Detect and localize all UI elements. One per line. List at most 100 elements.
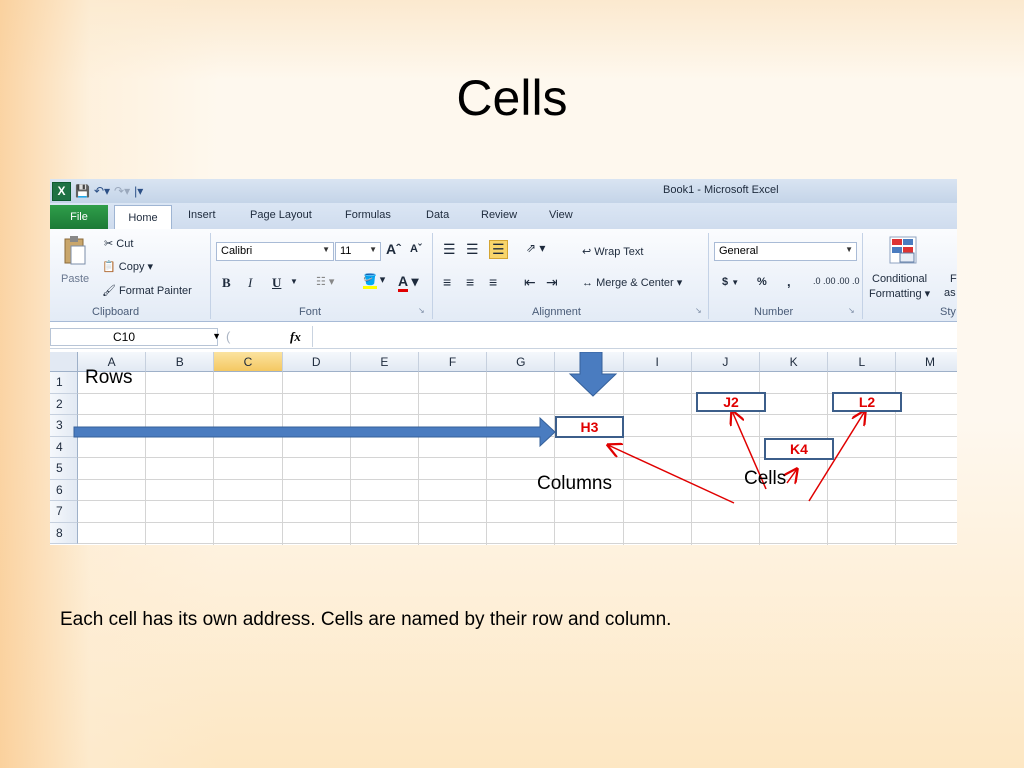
- font-name-value: Calibri: [221, 245, 253, 257]
- group-divider: [862, 233, 863, 319]
- copy-icon: 📋: [102, 261, 116, 273]
- wrap-text-button[interactable]: ↩ Wrap Text: [582, 245, 643, 258]
- align-top-icon[interactable]: ☰: [443, 241, 456, 258]
- font-group-label: Font: [299, 306, 322, 318]
- tab-view[interactable]: View: [549, 209, 573, 221]
- formula-input[interactable]: [312, 326, 957, 347]
- customize-qat-icon[interactable]: |▾: [134, 184, 143, 198]
- font-size-value: 11: [340, 245, 352, 257]
- annotation-columns: Columns: [537, 473, 612, 494]
- number-format-select[interactable]: General ▼: [714, 242, 857, 261]
- percent-button[interactable]: %: [757, 276, 767, 288]
- styles-group-label: Sty: [940, 306, 956, 318]
- format-painter-button[interactable]: 🖌 Format Painter: [102, 284, 192, 297]
- name-box[interactable]: C10 ▼: [50, 328, 221, 346]
- tab-data[interactable]: Data: [426, 209, 449, 221]
- number-dialog-launcher-icon[interactable]: ↘: [848, 306, 855, 315]
- fill-color-icon[interactable]: 🪣 ▾: [363, 273, 385, 289]
- group-divider: [432, 233, 433, 319]
- excel-screenshot: X 💾 ↶▾ ↷▾ |▾ Book1 - Microsoft Excel Fil…: [50, 179, 957, 545]
- quick-access-toolbar: X 💾 ↶▾ ↷▾ |▾: [52, 181, 143, 201]
- name-box-dropdown-icon[interactable]: ▼: [212, 331, 221, 341]
- window-title: Book1 - Microsoft Excel: [663, 184, 779, 196]
- excel-logo-icon: X: [52, 181, 71, 201]
- format-as-table-button[interactable]: F: [950, 273, 957, 285]
- shrink-font-icon[interactable]: Aˇ: [410, 243, 422, 255]
- format-as-table-label: as: [944, 287, 956, 299]
- align-center-icon[interactable]: ≡: [466, 274, 474, 290]
- tab-insert[interactable]: Insert: [188, 209, 216, 221]
- redo-icon[interactable]: ↷▾: [114, 184, 130, 198]
- currency-button[interactable]: $ ▼: [722, 276, 739, 288]
- cell-label-j2: J2: [696, 392, 766, 412]
- cut-label: Cut: [116, 238, 134, 250]
- cell-label-k4: K4: [764, 438, 834, 460]
- conditional-formatting-sublabel: Formatting: [869, 288, 922, 300]
- conditional-formatting-icon[interactable]: [888, 235, 918, 265]
- conditional-formatting-label: Formatting ▾: [869, 288, 931, 300]
- save-icon[interactable]: 💾: [75, 184, 90, 198]
- font-color-icon[interactable]: A ▾: [398, 273, 419, 292]
- ribbon: Paste ✂ Cut 📋 Copy ▾ 🖌 Format Painter Cl…: [50, 229, 957, 322]
- cell-label-h3: H3: [555, 416, 624, 438]
- undo-icon[interactable]: ↶▾: [94, 184, 110, 198]
- align-bottom-icon[interactable]: ☰: [489, 240, 508, 259]
- conditional-formatting-button[interactable]: Conditional: [872, 273, 927, 285]
- merge-icon: ↔: [582, 277, 593, 289]
- tab-file[interactable]: File: [50, 205, 108, 229]
- underline-dropdown-icon[interactable]: ▼: [290, 277, 298, 286]
- alignment-dialog-launcher-icon[interactable]: ↘: [695, 306, 702, 315]
- paste-button[interactable]: Paste: [61, 273, 89, 285]
- scissors-icon: ✂: [104, 238, 114, 250]
- arrow-to-h3: [608, 445, 735, 504]
- increase-decimal-button[interactable]: .0 .00: [813, 276, 836, 286]
- bold-button[interactable]: B: [222, 275, 231, 291]
- paste-icon[interactable]: [62, 235, 88, 267]
- decrease-decimal-button[interactable]: .00 .0: [837, 276, 860, 286]
- tab-formulas[interactable]: Formulas: [345, 209, 391, 221]
- comma-button[interactable]: ,: [787, 274, 791, 289]
- clipboard-group-label: Clipboard: [92, 306, 140, 318]
- orientation-icon[interactable]: ⇗ ▾: [526, 241, 545, 255]
- font-dialog-launcher-icon[interactable]: ↘: [418, 306, 425, 315]
- tab-home[interactable]: Home: [114, 205, 172, 229]
- copy-label: Copy: [118, 261, 145, 273]
- align-middle-icon[interactable]: ☰: [466, 241, 479, 258]
- annotation-cells: Cells: [744, 468, 787, 489]
- font-size-select[interactable]: 11 ▼: [335, 242, 381, 261]
- slide-body-text: Each cell has its own address. Cells are…: [60, 609, 672, 630]
- underline-button[interactable]: U: [272, 275, 281, 291]
- italic-button[interactable]: I: [248, 275, 252, 291]
- decrease-indent-icon[interactable]: ⇤: [524, 274, 536, 291]
- slide-title: Cells: [456, 70, 568, 126]
- ribbon-tabs: File Home Insert Page Layout Formulas Da…: [50, 203, 957, 229]
- alignment-group-label: Alignment: [532, 306, 581, 318]
- formula-bar: C10 ▼ ( fx: [50, 326, 957, 349]
- columns-arrow: [568, 352, 618, 397]
- name-box-value: C10: [113, 330, 136, 344]
- tab-review[interactable]: Review: [481, 209, 517, 221]
- merge-center-button[interactable]: ↔ Merge & Center ▾: [582, 276, 682, 289]
- format-painter-label: Format Painter: [119, 285, 192, 297]
- number-format-value: General: [719, 245, 759, 257]
- annotation-rows: Rows: [85, 367, 133, 388]
- copy-button[interactable]: 📋 Copy ▾: [102, 260, 153, 273]
- align-left-icon[interactable]: ≡: [443, 274, 451, 290]
- borders-icon[interactable]: ☷ ▾: [316, 275, 334, 288]
- number-group-label: Number: [754, 306, 794, 318]
- wrap-text-icon: ↩: [582, 246, 592, 258]
- tab-page-layout[interactable]: Page Layout: [250, 209, 312, 221]
- title-bar: X 💾 ↶▾ ↷▾ |▾ Book1 - Microsoft Excel: [50, 179, 957, 203]
- merge-center-label: Merge & Center: [596, 277, 674, 289]
- brush-icon: 🖌: [102, 285, 116, 297]
- increase-indent-icon[interactable]: ⇥: [546, 274, 558, 291]
- worksheet-grid: ABCDEFGHIJKLM12345678H3J2K4L2RowsColumns…: [50, 352, 957, 545]
- align-right-icon[interactable]: ≡: [489, 274, 497, 290]
- formula-bar-collapse-icon[interactable]: (: [226, 329, 230, 344]
- cut-button[interactable]: ✂ Cut: [104, 237, 133, 250]
- grow-font-icon[interactable]: Aˆ: [386, 241, 401, 257]
- font-name-select[interactable]: Calibri ▼: [216, 242, 334, 261]
- currency-label: $: [722, 276, 729, 288]
- rows-arrow: [73, 416, 556, 448]
- insert-function-icon[interactable]: fx: [290, 329, 301, 345]
